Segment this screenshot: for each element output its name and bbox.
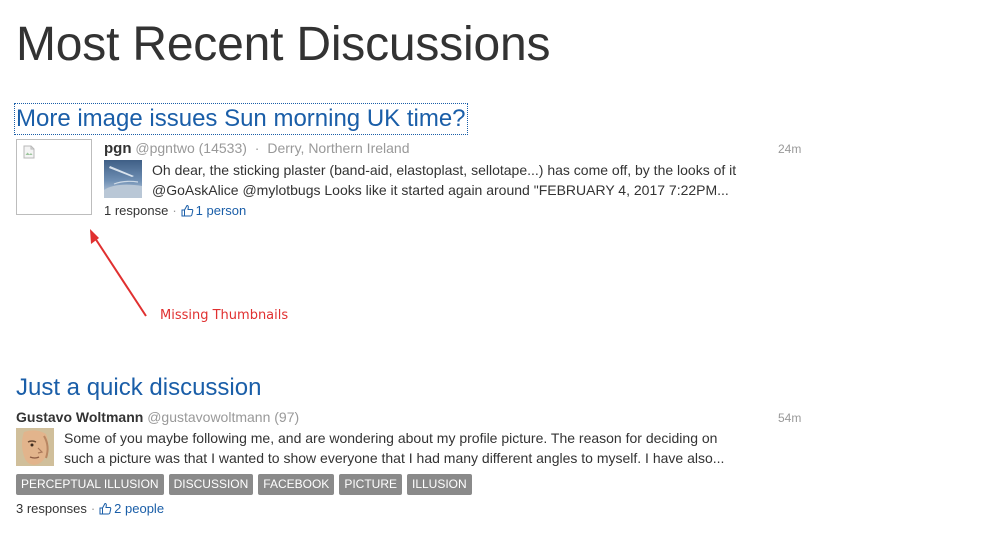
avatar[interactable]: [104, 160, 142, 198]
avatar-face-image: [16, 428, 54, 466]
thumbs-up-icon: [181, 204, 193, 217]
discussion-meta: pgn @pgntwo (14533) · Derry, Northern Ir…: [104, 140, 410, 157]
author-handle: @gustavowoltmann (97): [147, 409, 300, 425]
annotation-label: Missing Thumbnails: [160, 308, 289, 323]
broken-image-icon: [23, 145, 35, 159]
discussion-title-link[interactable]: More image issues Sun morning UK time?: [14, 103, 468, 135]
thumbs-up-icon: [99, 502, 112, 515]
likes-link[interactable]: 2 people: [99, 501, 164, 516]
meta-separator: ·: [254, 140, 260, 156]
tag-discussion[interactable]: DISCUSSION: [168, 474, 254, 495]
post-time: 54m: [778, 411, 802, 425]
tag-picture[interactable]: PICTURE: [339, 474, 402, 495]
author-location: Derry, Northern Ireland: [267, 140, 410, 156]
discussion-excerpt: Oh dear, the sticking plaster (band-aid,…: [152, 160, 802, 200]
discussion-stats: 1 response · 1 person: [104, 203, 246, 219]
excerpt-line: Oh dear, the sticking plaster (band-aid,…: [152, 162, 737, 178]
likes-link[interactable]: 1 person: [181, 203, 247, 218]
discussion-stats: 3 responses · 2 people: [16, 501, 164, 517]
tag-illusion[interactable]: ILLUSION: [407, 474, 472, 495]
tag-facebook[interactable]: FACEBOOK: [258, 474, 335, 495]
stats-separator: ·: [90, 501, 96, 516]
avatar[interactable]: [16, 428, 54, 466]
responses-count[interactable]: 1 response: [104, 203, 168, 218]
stats-separator: ·: [172, 203, 177, 218]
missing-thumbnail[interactable]: [16, 139, 92, 215]
excerpt-line: Some of you maybe following me, and are …: [64, 430, 718, 446]
author-handle: @pgntwo (14533): [135, 140, 247, 156]
post-time: 24m: [778, 142, 802, 156]
excerpt-line: @GoAskAlice @mylotbugs Looks like it sta…: [152, 182, 729, 198]
likes-count: 2 people: [114, 501, 165, 516]
tag-perceptual-illusion[interactable]: PERCEPTUAL ILLUSION: [16, 474, 164, 495]
discussion-title-link[interactable]: Just a quick discussion: [16, 374, 261, 402]
page: Most Recent Discussions More image issue…: [0, 0, 1004, 541]
excerpt-line: such a picture was that I wanted to show…: [64, 450, 725, 466]
avatar-sky-image: [104, 160, 142, 198]
author-name[interactable]: Gustavo Woltmann: [16, 409, 143, 425]
page-title: Most Recent Discussions: [16, 18, 551, 71]
tag-list: PERCEPTUAL ILLUSION DISCUSSION FACEBOOK …: [16, 474, 472, 495]
author-name[interactable]: pgn: [104, 140, 132, 157]
discussion-meta: Gustavo Woltmann @gustavowoltmann (97): [16, 409, 299, 425]
discussion-excerpt: Some of you maybe following me, and are …: [64, 428, 804, 468]
likes-count: 1 person: [195, 203, 247, 218]
responses-count[interactable]: 3 responses: [16, 501, 87, 516]
